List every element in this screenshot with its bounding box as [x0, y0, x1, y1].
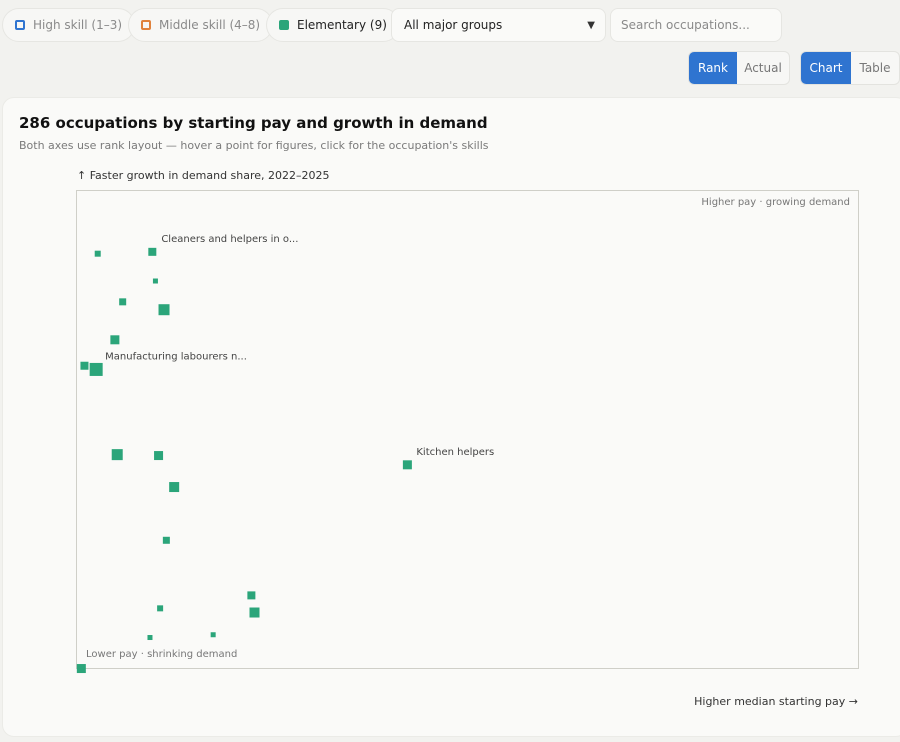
scatter-point[interactable]	[158, 304, 170, 316]
scatter-point[interactable]	[154, 451, 164, 461]
filter-chip-label: Middle skill (4–8)	[159, 18, 261, 32]
filter-toolbar: High skill (1–3) Middle skill (4–8) Elem…	[0, 8, 900, 44]
checkbox-checked-icon	[279, 20, 289, 30]
select-value: All major groups	[404, 18, 503, 32]
filter-chip-middle-skill[interactable]: Middle skill (4–8)	[128, 8, 274, 42]
scatter-point[interactable]	[89, 362, 103, 376]
view-toggle: Chart Table	[800, 51, 900, 85]
checkbox-icon	[15, 20, 25, 30]
chart-title: 286 occupations by starting pay and grow…	[19, 114, 488, 132]
rank-button[interactable]: Rank	[689, 52, 737, 84]
search-input[interactable]	[610, 8, 782, 42]
scatter-point[interactable]	[249, 607, 260, 618]
scatter-point[interactable]	[76, 664, 86, 674]
quadrant-label-bottom-left: Lower pay · shrinking demand	[86, 649, 238, 660]
scatter-point[interactable]	[119, 298, 127, 306]
scatter-point[interactable]	[147, 635, 153, 641]
major-group-select[interactable]: All major groups ▼	[391, 8, 606, 42]
scatter-point[interactable]	[148, 247, 157, 256]
plot-area	[76, 190, 859, 669]
filter-chip-high-skill[interactable]: High skill (1–3)	[2, 8, 136, 42]
scatter-point[interactable]	[247, 591, 256, 600]
scatter-point[interactable]	[162, 536, 170, 544]
filter-chip-elementary[interactable]: Elementary (9)	[266, 8, 400, 42]
x-axis-label: Higher median starting pay →	[694, 695, 858, 708]
scatter-point[interactable]	[152, 278, 158, 284]
scatter-point[interactable]	[169, 482, 180, 493]
scatter-point[interactable]	[94, 250, 101, 257]
scale-toggle: Rank Actual	[688, 51, 790, 85]
actual-button[interactable]: Actual	[737, 52, 789, 84]
filter-chip-label: High skill (1–3)	[33, 18, 123, 32]
chevron-down-icon: ▼	[587, 19, 595, 31]
scatter-point[interactable]	[110, 335, 120, 345]
scatter-point[interactable]	[157, 605, 164, 612]
scatter-point[interactable]	[402, 460, 412, 470]
chart-subtitle: Both axes use rank layout — hover a poin…	[19, 139, 489, 152]
scatter-point[interactable]	[80, 361, 89, 370]
y-axis-label: ↑ Faster growth in demand share, 2022–20…	[77, 169, 330, 182]
checkbox-icon	[141, 20, 151, 30]
scatter-point[interactable]	[210, 632, 216, 638]
table-button[interactable]: Table	[851, 52, 899, 84]
chart-button[interactable]: Chart	[801, 52, 851, 84]
quadrant-label-top-right: Higher pay · growing demand	[701, 197, 850, 208]
filter-chip-label: Elementary (9)	[297, 18, 387, 32]
scatter-point[interactable]	[111, 449, 123, 461]
